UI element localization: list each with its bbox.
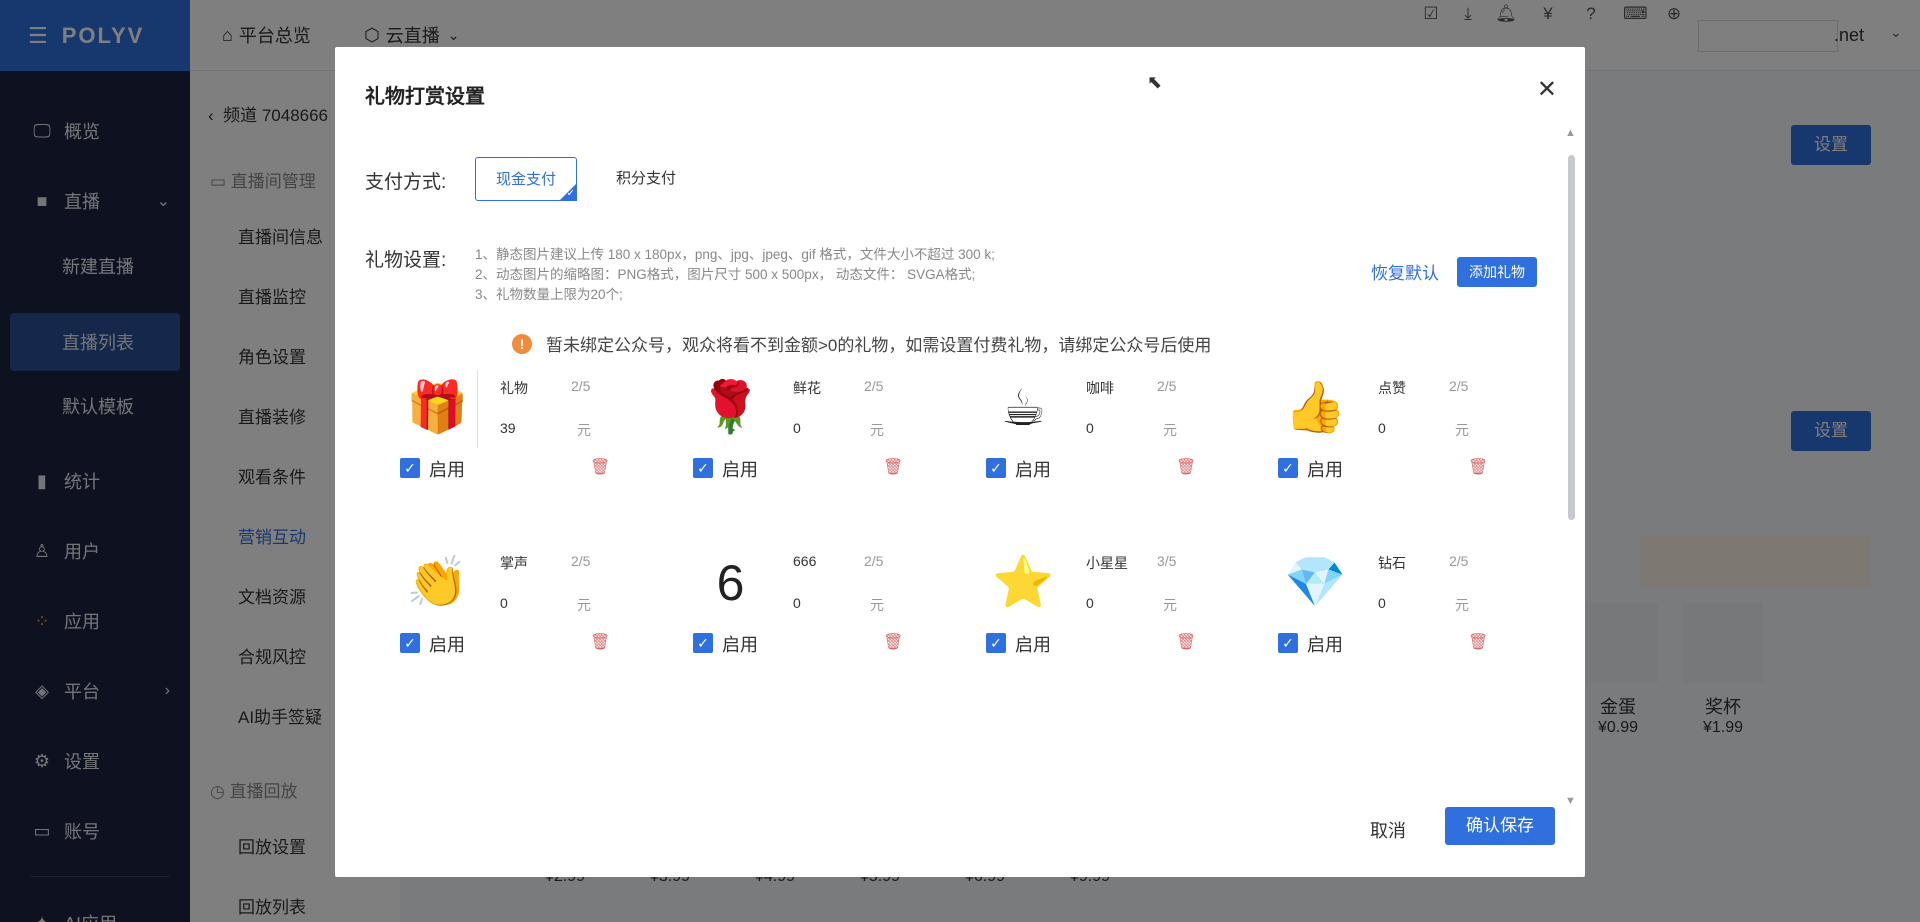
mouse-cursor-icon: ⬉: [1147, 72, 1163, 92]
gift-box-icon[interactable]: 🎁: [400, 370, 475, 445]
gift-name-count: 2/5: [1449, 553, 1469, 569]
enable-checkbox[interactable]: ✓: [986, 458, 1006, 478]
enable-checkbox[interactable]: ✓: [1278, 633, 1298, 653]
gift-price-input[interactable]: 0: [1378, 595, 1386, 611]
gift-name[interactable]: 钻石: [1378, 553, 1406, 573]
gift-settings-label: 礼物设置:: [365, 250, 447, 271]
close-icon[interactable]: ✕: [1537, 75, 1557, 104]
price-unit: 元: [870, 422, 884, 438]
payment-option-cash[interactable]: 现金支付 ✓: [475, 157, 577, 201]
image-divider: [477, 370, 478, 448]
delete-icon[interactable]: 🗑︎: [1176, 457, 1196, 477]
enable-checkbox[interactable]: ✓: [1278, 458, 1298, 478]
gift-item: ☕ 咖啡 2/5 0 元 ✓ 启用 🗑︎: [986, 370, 1236, 480]
gift-name[interactable]: 666: [793, 553, 816, 569]
hint-line: 2、动态图片的缩略图：PNG格式，图片尺寸 500 x 500px， 动态文件：…: [475, 267, 976, 282]
delete-icon[interactable]: 🗑︎: [1468, 632, 1488, 652]
price-unit: 元: [1455, 597, 1469, 613]
gift-name-count: 2/5: [864, 553, 884, 569]
enable-label: 启用: [429, 635, 465, 655]
enable-checkbox[interactable]: ✓: [400, 633, 420, 653]
gift-name-count: 2/5: [864, 378, 884, 394]
enable-label: 启用: [1307, 635, 1343, 655]
gift-item: ⭐ 小星星 3/5 0 元 ✓ 启用 🗑︎: [986, 545, 1236, 655]
gift-name[interactable]: 咖啡: [1086, 378, 1114, 398]
enable-checkbox[interactable]: ✓: [693, 633, 713, 653]
app-root: ☰ POLYV 🖵概览 ■直播⌄ 新建直播 直播列表 默认模板 ▮统计 ♙用户 …: [0, 0, 1920, 922]
payment-method-label: 支付方式:: [365, 172, 447, 193]
gift-price-input[interactable]: 0: [793, 420, 801, 436]
clap-icon[interactable]: 👏: [400, 545, 475, 620]
check-icon: ✓: [566, 188, 575, 199]
enable-label: 启用: [722, 635, 758, 655]
gift-item: 👏 掌声 2/5 0 元 ✓ 启用 🗑︎: [400, 545, 650, 655]
gift-name[interactable]: 礼物: [500, 378, 528, 398]
gift-price-input[interactable]: 0: [793, 595, 801, 611]
gift-name-count: 2/5: [1449, 378, 1469, 394]
gift-name[interactable]: 鲜花: [793, 378, 821, 398]
gift-item: 🎁 礼物 2/5 39 元 ✓ 启用 🗑︎: [400, 370, 650, 480]
gift-name[interactable]: 掌声: [500, 553, 528, 573]
price-unit: 元: [1163, 422, 1177, 438]
gift-name[interactable]: 小星星: [1086, 553, 1128, 573]
enable-label: 启用: [1015, 460, 1051, 480]
price-unit: 元: [870, 597, 884, 613]
gift-price-input[interactable]: 0: [1086, 595, 1094, 611]
diamond-icon[interactable]: 💎: [1278, 545, 1353, 620]
rose-icon[interactable]: 🌹: [693, 370, 768, 445]
delete-icon[interactable]: 🗑︎: [1468, 457, 1488, 477]
enable-label: 启用: [1015, 635, 1051, 655]
gift-price-input[interactable]: 39: [500, 420, 516, 436]
gift-item: 6 666 2/5 0 元 ✓ 启用 🗑︎: [693, 545, 943, 655]
delete-icon[interactable]: 🗑︎: [590, 632, 610, 652]
delete-icon[interactable]: 🗑︎: [590, 457, 610, 477]
price-unit: 元: [577, 422, 591, 438]
gift-item: 🌹 鲜花 2/5 0 元 ✓ 启用 🗑︎: [693, 370, 943, 480]
cancel-button[interactable]: 取消: [1370, 817, 1406, 843]
price-unit: 元: [1163, 597, 1177, 613]
warning-message: ! 暂未绑定公众号，观众将看不到金额>0的礼物，如需设置付费礼物，请绑定公众号后使…: [512, 331, 1211, 356]
hint-line: 1、静态图片建议上传 180 x 180px，png、jpg、jpeg、gif …: [475, 247, 995, 262]
gift-name[interactable]: 点赞: [1378, 378, 1406, 398]
dialog-title: 礼物打赏设置: [365, 86, 485, 108]
star-icon[interactable]: ⭐: [986, 545, 1061, 620]
gift-item: 💎 钻石 2/5 0 元 ✓ 启用 🗑︎: [1278, 545, 1528, 655]
gift-name-count: 2/5: [571, 378, 591, 394]
scroll-up-icon[interactable]: ▲: [1565, 127, 1576, 139]
payment-option-points[interactable]: 积分支付: [595, 157, 697, 201]
delete-icon[interactable]: 🗑︎: [883, 457, 903, 477]
dialog-scrollbar[interactable]: ▲ ▼: [1565, 127, 1577, 807]
enable-label: 启用: [429, 460, 465, 480]
thumbs-up-icon[interactable]: 👍: [1278, 370, 1353, 445]
price-unit: 元: [577, 597, 591, 613]
scroll-down-icon[interactable]: ▼: [1565, 795, 1576, 807]
enable-checkbox[interactable]: ✓: [986, 633, 1006, 653]
666-icon[interactable]: 6: [693, 545, 768, 620]
delete-icon[interactable]: 🗑︎: [883, 632, 903, 652]
enable-checkbox[interactable]: ✓: [693, 458, 713, 478]
delete-icon[interactable]: 🗑︎: [1176, 632, 1196, 652]
gift-name-count: 2/5: [1157, 378, 1177, 394]
add-gift-button[interactable]: 添加礼物: [1457, 257, 1537, 287]
gift-price-input[interactable]: 0: [1378, 420, 1386, 436]
confirm-save-button[interactable]: 确认保存: [1445, 807, 1555, 845]
coffee-icon[interactable]: ☕: [986, 370, 1061, 445]
enable-checkbox[interactable]: ✓: [400, 458, 420, 478]
enable-label: 启用: [1307, 460, 1343, 480]
gift-price-input[interactable]: 0: [1086, 420, 1094, 436]
scroll-thumb[interactable]: [1568, 155, 1575, 520]
price-unit: 元: [1455, 422, 1469, 438]
gift-price-input[interactable]: 0: [500, 595, 508, 611]
gift-name-count: 2/5: [571, 553, 591, 569]
restore-default-link[interactable]: 恢复默认: [1371, 259, 1439, 284]
warning-icon: !: [512, 333, 532, 354]
gift-name-count: 3/5: [1157, 553, 1177, 569]
gift-reward-settings-dialog: 礼物打赏设置 ✕ ▲ ▼ 支付方式: 现金支付 ✓ 积分支付 礼物设置: 1、静态…: [335, 47, 1585, 877]
enable-label: 启用: [722, 460, 758, 480]
hint-line: 3、礼物数量上限为20个;: [475, 287, 623, 302]
gift-item: 👍 点赞 2/5 0 元 ✓ 启用 🗑︎: [1278, 370, 1528, 480]
